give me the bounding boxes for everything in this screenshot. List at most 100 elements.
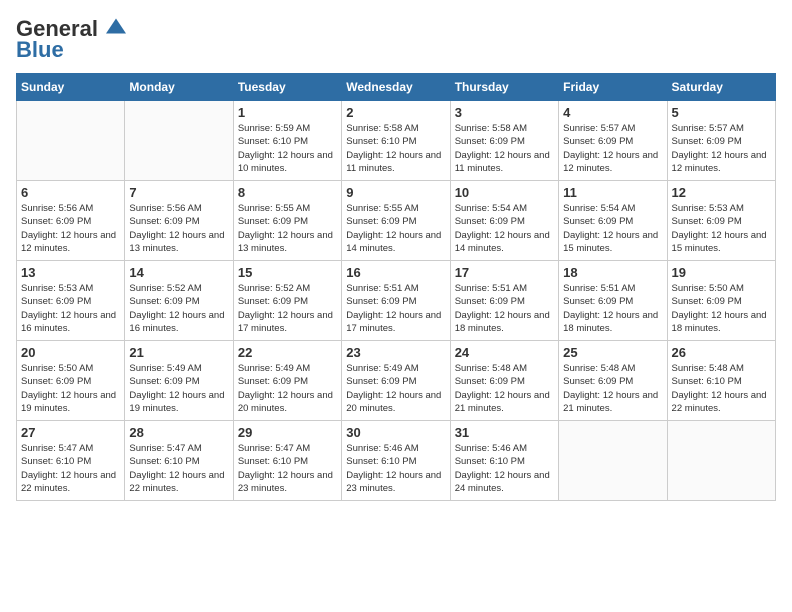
- calendar-cell: 17Sunrise: 5:51 AM Sunset: 6:09 PM Dayli…: [450, 261, 558, 341]
- day-number: 1: [238, 105, 337, 120]
- calendar-cell: 24 Sunrise: 5:48 AM Sunset: 6:09 PM Dayli…: [450, 341, 558, 421]
- day-info: Sunrise: 5:58 AM Sunset: 6:09 PM Dayligh…: [455, 122, 554, 175]
- calendar-cell: [125, 101, 233, 181]
- day-info: Sunrise: 5:49 AM Sunset: 6:09 PM Dayligh…: [129, 362, 228, 415]
- calendar-cell: 21 Sunrise: 5:49 AM Sunset: 6:09 PM Dayli…: [125, 341, 233, 421]
- day-info: Sunrise: 5:48 AM Sunset: 6:10 PM Dayligh…: [672, 362, 771, 415]
- calendar-cell: 7 Sunrise: 5:56 AM Sunset: 6:09 PM Daylig…: [125, 181, 233, 261]
- calendar-cell: 10 Sunrise: 5:54 AM Sunset: 6:09 PM Dayli…: [450, 181, 558, 261]
- calendar-cell: 13Sunrise: 5:53 AM Sunset: 6:09 PM Dayli…: [17, 261, 125, 341]
- calendar-cell: 29 Sunrise: 5:47 AM Sunset: 6:10 PM Dayli…: [233, 421, 341, 501]
- weekday-header: Sunday: [17, 74, 125, 101]
- day-info: Sunrise: 5:49 AM Sunset: 6:09 PM Dayligh…: [238, 362, 337, 415]
- day-info: Sunrise: 5:54 AM Sunset: 6:09 PM Dayligh…: [563, 202, 662, 255]
- day-number: 10: [455, 185, 554, 200]
- day-info: Sunrise: 5:50 AM Sunset: 6:09 PM Dayligh…: [672, 282, 771, 335]
- day-info: Sunrise: 5:56 AM Sunset: 6:09 PM Dayligh…: [21, 202, 120, 255]
- day-number: 6: [21, 185, 120, 200]
- day-number: 15: [238, 265, 337, 280]
- day-number: 20: [21, 345, 120, 360]
- day-info: Sunrise: 5:54 AM Sunset: 6:09 PM Dayligh…: [455, 202, 554, 255]
- weekday-header: Friday: [559, 74, 667, 101]
- day-number: 28: [129, 425, 228, 440]
- calendar-cell: 11 Sunrise: 5:54 AM Sunset: 6:09 PM Dayli…: [559, 181, 667, 261]
- day-info: Sunrise: 5:52 AM Sunset: 6:09 PM Dayligh…: [129, 282, 228, 335]
- calendar-cell: 12 Sunrise: 5:53 AM Sunset: 6:09 PM Dayli…: [667, 181, 775, 261]
- day-info: Sunrise: 5:56 AM Sunset: 6:09 PM Dayligh…: [129, 202, 228, 255]
- day-info: Sunrise: 5:48 AM Sunset: 6:09 PM Dayligh…: [563, 362, 662, 415]
- day-number: 14: [129, 265, 228, 280]
- calendar-cell: 1 Sunrise: 5:59 AM Sunset: 6:10 PM Daylig…: [233, 101, 341, 181]
- calendar-cell: 5 Sunrise: 5:57 AM Sunset: 6:09 PM Daylig…: [667, 101, 775, 181]
- calendar-cell: [559, 421, 667, 501]
- day-number: 26: [672, 345, 771, 360]
- day-info: Sunrise: 5:50 AM Sunset: 6:09 PM Dayligh…: [21, 362, 120, 415]
- calendar-body: 1 Sunrise: 5:59 AM Sunset: 6:10 PM Daylig…: [17, 101, 776, 501]
- weekday-header: Tuesday: [233, 74, 341, 101]
- calendar-cell: 26 Sunrise: 5:48 AM Sunset: 6:10 PM Dayli…: [667, 341, 775, 421]
- day-info: Sunrise: 5:57 AM Sunset: 6:09 PM Dayligh…: [672, 122, 771, 175]
- calendar-cell: 30 Sunrise: 5:46 AM Sunset: 6:10 PM Dayli…: [342, 421, 450, 501]
- header: General Blue: [16, 16, 776, 63]
- calendar-cell: 18 Sunrise: 5:51 AM Sunset: 6:09 PM Dayli…: [559, 261, 667, 341]
- day-info: Sunrise: 5:51 AM Sunset: 6:09 PM Dayligh…: [455, 282, 554, 335]
- day-info: Sunrise: 5:57 AM Sunset: 6:09 PM Dayligh…: [563, 122, 662, 175]
- day-info: Sunrise: 5:55 AM Sunset: 6:09 PM Dayligh…: [238, 202, 337, 255]
- day-number: 16: [346, 265, 445, 280]
- day-info: Sunrise: 5:47 AM Sunset: 6:10 PM Dayligh…: [21, 442, 120, 495]
- day-number: 31: [455, 425, 554, 440]
- calendar-cell: 8Sunrise: 5:55 AM Sunset: 6:09 PM Daylig…: [233, 181, 341, 261]
- weekday-header: Monday: [125, 74, 233, 101]
- calendar-cell: 20 Sunrise: 5:50 AM Sunset: 6:09 PM Dayli…: [17, 341, 125, 421]
- day-number: 19: [672, 265, 771, 280]
- calendar-cell: 3 Sunrise: 5:58 AM Sunset: 6:09 PM Daylig…: [450, 101, 558, 181]
- day-number: 12: [672, 185, 771, 200]
- day-info: Sunrise: 5:53 AM Sunset: 6:09 PM Dayligh…: [672, 202, 771, 255]
- day-info: Sunrise: 5:51 AM Sunset: 6:09 PM Dayligh…: [563, 282, 662, 335]
- day-info: Sunrise: 5:58 AM Sunset: 6:10 PM Dayligh…: [346, 122, 445, 175]
- calendar-cell: 4 Sunrise: 5:57 AM Sunset: 6:09 PM Daylig…: [559, 101, 667, 181]
- day-number: 22: [238, 345, 337, 360]
- day-number: 7: [129, 185, 228, 200]
- day-info: Sunrise: 5:55 AM Sunset: 6:09 PM Dayligh…: [346, 202, 445, 255]
- day-info: Sunrise: 5:51 AM Sunset: 6:09 PM Dayligh…: [346, 282, 445, 335]
- calendar-cell: 22 Sunrise: 5:49 AM Sunset: 6:09 PM Dayli…: [233, 341, 341, 421]
- day-number: 27: [21, 425, 120, 440]
- day-number: 4: [563, 105, 662, 120]
- calendar-cell: 9 Sunrise: 5:55 AM Sunset: 6:09 PM Daylig…: [342, 181, 450, 261]
- day-number: 9: [346, 185, 445, 200]
- day-number: 3: [455, 105, 554, 120]
- day-number: 2: [346, 105, 445, 120]
- calendar-cell: 27 Sunrise: 5:47 AM Sunset: 6:10 PM Dayli…: [17, 421, 125, 501]
- day-info: Sunrise: 5:52 AM Sunset: 6:09 PM Dayligh…: [238, 282, 337, 335]
- day-number: 23: [346, 345, 445, 360]
- calendar-cell: 23Sunrise: 5:49 AM Sunset: 6:09 PM Dayli…: [342, 341, 450, 421]
- day-info: Sunrise: 5:53 AM Sunset: 6:09 PM Dayligh…: [21, 282, 120, 335]
- day-info: Sunrise: 5:47 AM Sunset: 6:10 PM Dayligh…: [129, 442, 228, 495]
- day-number: 11: [563, 185, 662, 200]
- calendar-cell: 19 Sunrise: 5:50 AM Sunset: 6:09 PM Dayli…: [667, 261, 775, 341]
- calendar-cell: 14 Sunrise: 5:52 AM Sunset: 6:09 PM Dayli…: [125, 261, 233, 341]
- calendar-cell: 2 Sunrise: 5:58 AM Sunset: 6:10 PM Daylig…: [342, 101, 450, 181]
- calendar-header: SundayMondayTuesdayWednesdayThursdayFrid…: [17, 74, 776, 101]
- calendar-cell: [667, 421, 775, 501]
- day-number: 18: [563, 265, 662, 280]
- day-number: 30: [346, 425, 445, 440]
- day-number: 25: [563, 345, 662, 360]
- calendar-cell: 16 Sunrise: 5:51 AM Sunset: 6:09 PM Dayli…: [342, 261, 450, 341]
- weekday-header: Saturday: [667, 74, 775, 101]
- day-info: Sunrise: 5:59 AM Sunset: 6:10 PM Dayligh…: [238, 122, 337, 175]
- day-info: Sunrise: 5:47 AM Sunset: 6:10 PM Dayligh…: [238, 442, 337, 495]
- day-info: Sunrise: 5:46 AM Sunset: 6:10 PM Dayligh…: [346, 442, 445, 495]
- calendar-cell: [17, 101, 125, 181]
- day-number: 5: [672, 105, 771, 120]
- calendar-cell: 31Sunrise: 5:46 AM Sunset: 6:10 PM Dayli…: [450, 421, 558, 501]
- calendar-cell: 6 Sunrise: 5:56 AM Sunset: 6:09 PM Daylig…: [17, 181, 125, 261]
- day-number: 24: [455, 345, 554, 360]
- day-number: 21: [129, 345, 228, 360]
- day-info: Sunrise: 5:48 AM Sunset: 6:09 PM Dayligh…: [455, 362, 554, 415]
- calendar-cell: 15 Sunrise: 5:52 AM Sunset: 6:09 PM Dayli…: [233, 261, 341, 341]
- calendar-cell: 28 Sunrise: 5:47 AM Sunset: 6:10 PM Dayli…: [125, 421, 233, 501]
- calendar-table: SundayMondayTuesdayWednesdayThursdayFrid…: [16, 73, 776, 501]
- day-number: 29: [238, 425, 337, 440]
